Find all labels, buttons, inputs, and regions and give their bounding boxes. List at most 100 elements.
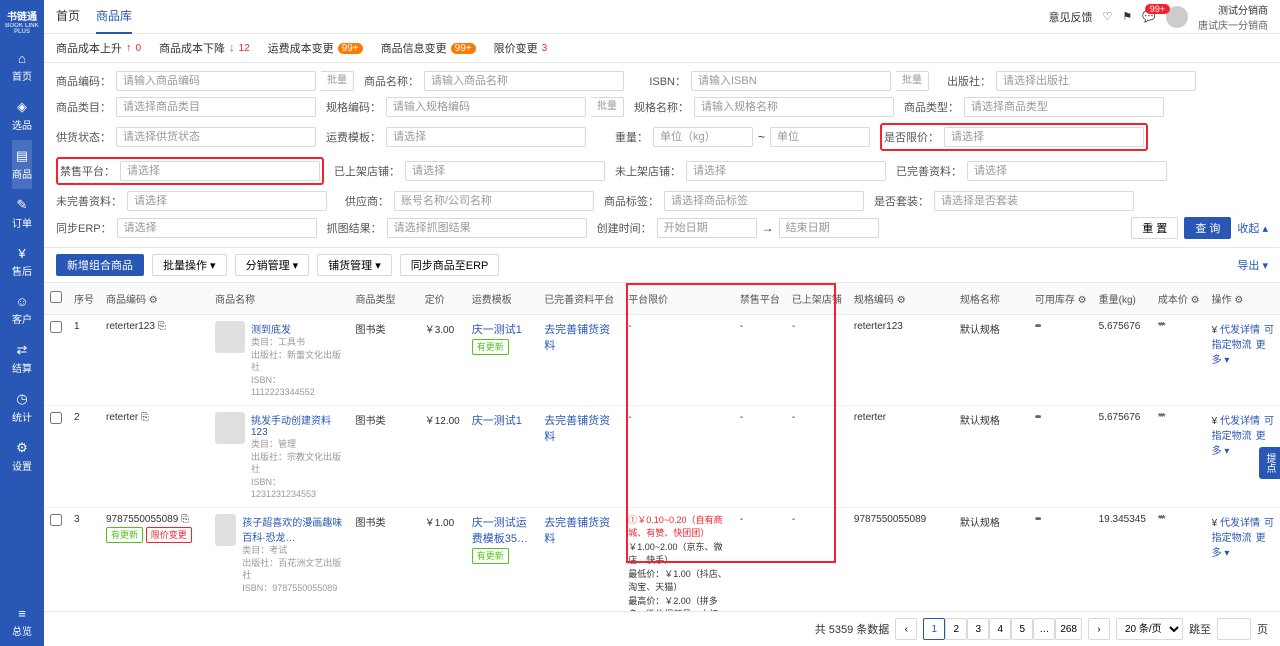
col-成本价[interactable]: 成本价 ⚙: [1152, 283, 1206, 315]
detail-link[interactable]: 代发详情: [1220, 518, 1260, 529]
col-规格编码[interactable]: 规格编码 ⚙: [848, 283, 954, 315]
nav-商品[interactable]: ▤商品: [12, 140, 32, 189]
page-…[interactable]: …: [1033, 618, 1055, 640]
filter-icon[interactable]: ⚙: [1234, 295, 1243, 306]
page-5[interactable]: 5: [1011, 618, 1033, 640]
page-4[interactable]: 4: [989, 618, 1011, 640]
row-select[interactable]: [50, 514, 62, 526]
search-button[interactable]: 查 询: [1184, 217, 1231, 239]
copy-icon[interactable]: ⎘: [181, 514, 189, 525]
freight-link[interactable]: 庆一测试1: [472, 415, 522, 427]
form-row: 禁售平台：请选择: [56, 157, 324, 185]
col-可用库存[interactable]: 可用库存 ⚙: [1029, 283, 1093, 315]
filter-icon[interactable]: ⚙: [897, 295, 906, 306]
product-name-link[interactable]: 测到底发: [251, 321, 344, 336]
product-image[interactable]: [215, 412, 245, 444]
copy-icon[interactable]: ⎘: [141, 412, 149, 423]
flag-icon[interactable]: ⚑: [1122, 10, 1132, 23]
collapse-link[interactable]: 收起 ▴: [1237, 220, 1268, 236]
col-定价[interactable]: 定价: [419, 283, 466, 315]
next-page[interactable]: ›: [1088, 618, 1110, 640]
form-row: 抓图结果：请选择抓图结果: [327, 217, 587, 239]
copy-icon[interactable]: ⎘: [158, 321, 166, 332]
row-select[interactable]: [50, 321, 62, 333]
product-table-wrap[interactable]: 序号 商品编码 ⚙商品名称 商品类型 定价 运费模板 已完善资料平台 平台限价 …: [44, 283, 1280, 611]
page-2[interactable]: 2: [945, 618, 967, 640]
nav-订单[interactable]: ✎订单: [12, 189, 32, 238]
heart-icon[interactable]: ♡: [1103, 10, 1113, 23]
detail-link[interactable]: 代发详情: [1220, 416, 1260, 427]
product-name-link[interactable]: 孩子超喜欢的漫画趣味百科·恐龙…: [242, 514, 343, 544]
sync-erp-button[interactable]: 同步商品至ERP: [400, 254, 500, 276]
page-1[interactable]: 1: [923, 618, 945, 640]
chip-商品信息变更[interactable]: 商品信息变更 99+: [381, 40, 476, 56]
page-size-select[interactable]: 20 条/页: [1116, 618, 1183, 640]
shop-mgmt-button[interactable]: 铺货管理 ▾: [317, 254, 392, 276]
col-禁售平台[interactable]: 禁售平台: [734, 283, 786, 315]
tab-商品库[interactable]: 商品库: [96, 0, 132, 34]
bell-icon[interactable]: 💬99+: [1142, 10, 1156, 23]
chip-运费成本变更[interactable]: 运费成本变更 99+: [268, 40, 363, 56]
jump-input[interactable]: [1217, 618, 1251, 640]
chip-商品成本上升[interactable]: 商品成本上升 ↑0: [56, 40, 141, 56]
freight-link[interactable]: 庆一测试运费模板35…: [472, 517, 528, 545]
float-tip-button[interactable]: 提点: [1259, 447, 1280, 479]
row-select[interactable]: [50, 412, 62, 424]
detail-link[interactable]: 代发详情: [1220, 325, 1260, 336]
freight-link[interactable]: 庆一测试1: [472, 324, 522, 336]
col-重量(kg)[interactable]: 重量(kg): [1093, 283, 1152, 315]
new-combo-button[interactable]: 新增组合商品: [56, 254, 144, 276]
prev-page[interactable]: ‹: [895, 618, 917, 640]
col-已完善资料平台[interactable]: 已完善资料平台: [538, 283, 622, 315]
product-image[interactable]: [215, 514, 236, 546]
user-info[interactable]: 测试分销商 唐试庆一分销商: [1198, 2, 1268, 32]
form-row: 商品编码：请输入商品编码批量: [56, 71, 354, 91]
nav-售后[interactable]: ¥售后: [12, 238, 32, 286]
material-link[interactable]: 去完善铺货资料: [544, 517, 610, 545]
stock-more[interactable]: •••: [1035, 514, 1040, 525]
feedback-link[interactable]: 意见反馈: [1049, 9, 1093, 25]
batch-btn[interactable]: 批量: [321, 71, 354, 91]
col-规格名称[interactable]: 规格名称: [954, 283, 1029, 315]
filter-icon[interactable]: ⚙: [1191, 295, 1200, 306]
reset-button[interactable]: 重 置: [1131, 217, 1178, 239]
export-link[interactable]: 导出 ▾: [1237, 257, 1268, 273]
stock-more[interactable]: •••: [1035, 412, 1040, 423]
nav-结算[interactable]: ⇄结算: [12, 334, 32, 383]
stock-more[interactable]: •••: [1035, 321, 1040, 332]
col-平台限价[interactable]: 平台限价: [622, 283, 734, 315]
nav-客户[interactable]: ☺客户: [12, 286, 32, 334]
nav-首页[interactable]: ⌂首页: [12, 43, 32, 91]
form-row: 已完善资料：请选择: [896, 157, 1167, 185]
chip-商品成本下降[interactable]: 商品成本下降 ↓12: [159, 40, 250, 56]
page-3[interactable]: 3: [967, 618, 989, 640]
form-row: ISBN：请输入ISBN批量: [634, 71, 929, 91]
col-商品编码[interactable]: 商品编码 ⚙: [100, 283, 209, 315]
tab-首页[interactable]: 首页: [56, 0, 80, 34]
batch-op-button[interactable]: 批量操作 ▾: [152, 254, 227, 276]
select-all[interactable]: [50, 291, 62, 303]
logo: 书链通 BOOK LINK PLUS: [0, 0, 44, 43]
col-已上架店铺[interactable]: 已上架店铺: [786, 283, 848, 315]
product-name-link[interactable]: 挑发手动创建资料123: [251, 412, 344, 438]
sidebar: 书链通 BOOK LINK PLUS ⌂首页◈选品▤商品✎订单¥售后☺客户⇄结算…: [0, 0, 44, 646]
nav-设置[interactable]: ⚙设置: [12, 432, 32, 481]
col-操作[interactable]: 操作 ⚙: [1206, 283, 1280, 315]
nav-overview[interactable]: ≡ 总览: [0, 598, 44, 646]
nav-选品[interactable]: ◈选品: [12, 91, 32, 140]
col-商品类型[interactable]: 商品类型: [349, 283, 418, 315]
product-image[interactable]: [215, 321, 245, 353]
form-row: 供应商：账号名称/公司名称: [337, 191, 594, 211]
col-序号[interactable]: 序号: [68, 283, 100, 315]
dist-mgmt-button[interactable]: 分销管理 ▾: [235, 254, 310, 276]
nav-统计[interactable]: ◷统计: [12, 383, 32, 432]
filter-icon[interactable]: ⚙: [1078, 295, 1087, 306]
chip-限价变更[interactable]: 限价变更 3: [494, 40, 548, 56]
col-商品名称[interactable]: 商品名称: [209, 283, 349, 315]
material-link[interactable]: 去完善铺货资料: [544, 415, 610, 443]
col-运费模板[interactable]: 运费模板: [466, 283, 538, 315]
page-268[interactable]: 268: [1055, 618, 1082, 640]
filter-icon[interactable]: ⚙: [149, 295, 158, 306]
material-link[interactable]: 去完善铺货资料: [544, 324, 610, 352]
form-row: 规格名称：请输入规格名称: [634, 97, 894, 117]
